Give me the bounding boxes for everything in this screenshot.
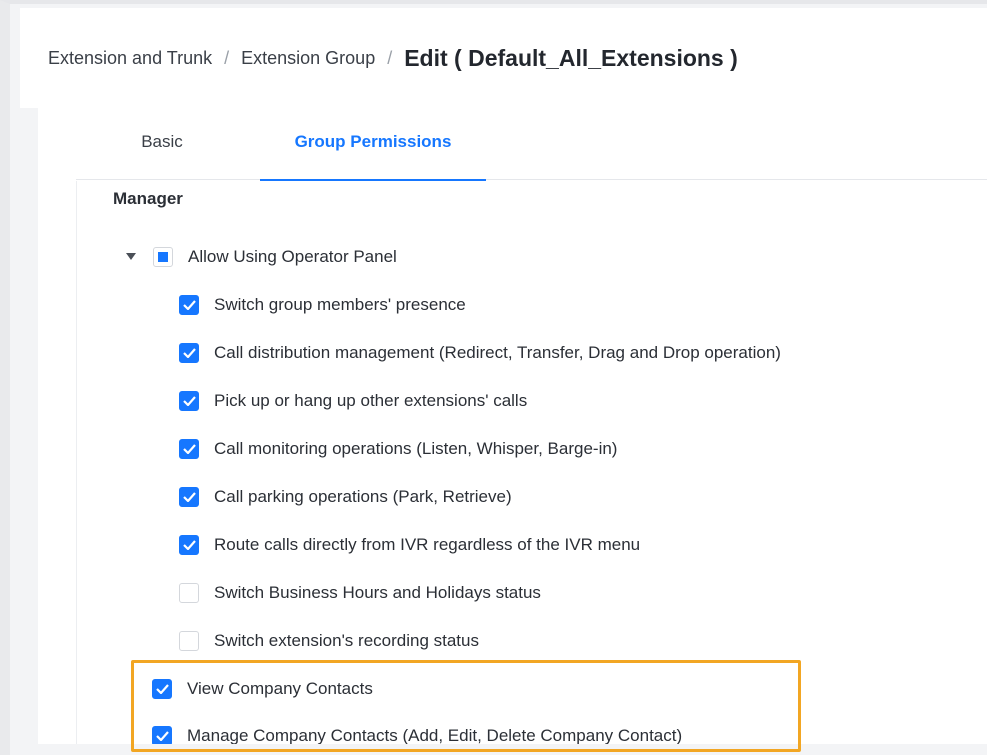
permission-row: Pick up or hang up other extensions' cal… xyxy=(179,389,527,413)
bottom-edge xyxy=(10,744,987,755)
permission-checkbox[interactable] xyxy=(179,487,199,507)
breadcrumb-separator: / xyxy=(224,47,230,68)
breadcrumb-extension-and-trunk[interactable]: Extension and Trunk xyxy=(48,48,212,69)
permission-checkbox[interactable] xyxy=(179,391,199,411)
permission-checkbox[interactable] xyxy=(179,583,199,603)
operator-panel-row: Allow Using Operator Panel xyxy=(125,245,397,269)
content-card: Basic Group Permissions Manager Allow Us… xyxy=(38,104,987,755)
permission-label: Call monitoring operations (Listen, Whis… xyxy=(214,439,618,458)
permission-checkbox[interactable] xyxy=(179,631,199,651)
tab-basic[interactable]: Basic xyxy=(122,104,202,180)
permission-row: Call distribution management (Redirect, … xyxy=(179,341,781,365)
permission-label: Switch extension's recording status xyxy=(214,631,479,650)
permission-row: Switch group members' presence xyxy=(179,293,466,317)
permission-label: Call distribution management (Redirect, … xyxy=(214,343,781,362)
permission-row: Switch extension's recording status xyxy=(179,629,479,653)
page-title: Edit ( Default_All_Extensions ) xyxy=(404,44,738,71)
manage-company-contacts-label: Manage Company Contacts (Add, Edit, Dele… xyxy=(187,726,683,745)
permission-checkbox[interactable] xyxy=(179,535,199,555)
caret-down-icon[interactable] xyxy=(125,251,137,263)
operator-panel-checkbox[interactable] xyxy=(153,247,173,267)
manage-company-contacts-checkbox[interactable] xyxy=(152,726,172,746)
operator-panel-label: Allow Using Operator Panel xyxy=(188,247,397,266)
view-company-contacts-checkbox[interactable] xyxy=(152,679,172,699)
permission-row: Route calls directly from IVR regardless… xyxy=(179,533,640,557)
page-header: Extension and Trunk / Extension Group / … xyxy=(20,8,987,108)
tab-bar: Basic Group Permissions xyxy=(76,104,987,181)
permission-row: Call parking operations (Park, Retrieve) xyxy=(179,485,512,509)
permission-label: Route calls directly from IVR regardless… xyxy=(214,535,641,554)
permission-label: Switch group members' presence xyxy=(214,295,466,314)
view-company-contacts-row: View Company Contacts xyxy=(152,677,373,701)
permission-checkbox[interactable] xyxy=(179,343,199,363)
tab-group-permissions[interactable]: Group Permissions xyxy=(260,104,486,181)
permissions-panel: Manager Allow Using Operator Panel Switc… xyxy=(76,181,987,755)
permission-checkbox[interactable] xyxy=(179,295,199,315)
breadcrumb-separator: / xyxy=(387,47,393,68)
permission-row: Switch Business Hours and Holidays statu… xyxy=(179,581,541,605)
permission-row: Call monitoring operations (Listen, Whis… xyxy=(179,437,617,461)
permission-label: Pick up or hang up other extensions' cal… xyxy=(214,391,528,410)
permission-label: Call parking operations (Park, Retrieve) xyxy=(214,487,512,506)
permission-checkbox[interactable] xyxy=(179,439,199,459)
section-title-manager: Manager xyxy=(113,189,183,208)
permission-label: Switch Business Hours and Holidays statu… xyxy=(214,583,541,602)
view-company-contacts-label: View Company Contacts xyxy=(187,679,373,698)
breadcrumb-extension-group[interactable]: Extension Group xyxy=(241,48,375,69)
